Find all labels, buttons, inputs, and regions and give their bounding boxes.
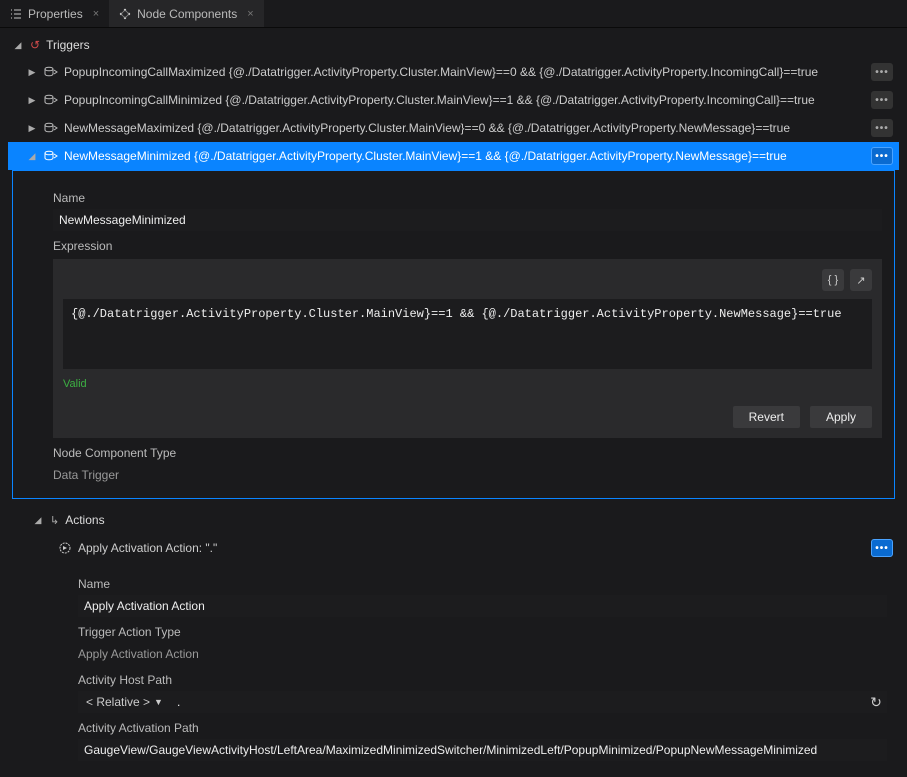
- trigger-row[interactable]: ▶ PopupIncomingCallMaximized {@./Datatri…: [8, 58, 899, 86]
- section-title: Triggers: [46, 38, 90, 52]
- popout-button[interactable]: ↗: [850, 269, 872, 291]
- trigger-row[interactable]: ▶ NewMessageMaximized {@./Datatrigger.Ac…: [8, 114, 899, 142]
- more-menu-button[interactable]: •••: [871, 147, 893, 165]
- apply-button[interactable]: Apply: [810, 406, 872, 428]
- node-type-label: Node Component Type: [53, 446, 882, 460]
- node-type-value: Data Trigger: [53, 464, 882, 486]
- action-row[interactable]: Apply Activation Action: "." •••: [8, 533, 899, 563]
- chevron-right-icon[interactable]: ▶: [26, 95, 38, 106]
- database-icon: [44, 66, 58, 78]
- more-menu-button[interactable]: •••: [871, 539, 893, 557]
- name-input[interactable]: [53, 209, 882, 231]
- action-title: Apply Activation Action: ".": [78, 541, 865, 555]
- triggers-panel: ◢ ↺ Triggers ▶ PopupIncomingCallMaximize…: [0, 28, 907, 777]
- tab-bar: Properties × Node Components ×: [0, 0, 907, 28]
- actions-title: Actions: [65, 513, 104, 527]
- close-icon[interactable]: ×: [93, 8, 99, 20]
- tab-properties[interactable]: Properties ×: [0, 0, 109, 27]
- host-path-row: < Relative > ▼ . ↻: [78, 691, 887, 713]
- valid-status: Valid: [63, 378, 872, 390]
- trigger-label: NewMessageMinimized {@./Datatrigger.Acti…: [64, 149, 865, 163]
- trigger-type-label: Trigger Action Type: [78, 625, 887, 639]
- chevron-right-icon[interactable]: ▶: [26, 67, 38, 78]
- trigger-row-selected[interactable]: ◢ NewMessageMinimized {@./Datatrigger.Ac…: [8, 142, 899, 170]
- button-row: Revert Apply: [63, 406, 872, 428]
- expression-toolbar: { } ↗: [63, 269, 872, 291]
- list-icon: [10, 8, 22, 20]
- database-icon: [44, 150, 58, 162]
- name-label: Name: [78, 577, 887, 591]
- chevron-right-icon[interactable]: ▶: [26, 123, 38, 134]
- components-icon: [119, 8, 131, 20]
- action-name-input[interactable]: [78, 595, 887, 617]
- reset-button[interactable]: ↻: [865, 691, 887, 713]
- trigger-detail-panel: Name Expression { } ↗ Valid Revert Apply…: [12, 170, 895, 499]
- triggers-icon: ↺: [30, 38, 40, 52]
- host-path-value[interactable]: .: [171, 691, 865, 713]
- chevron-down-icon[interactable]: ◢: [26, 151, 38, 162]
- tab-node-components[interactable]: Node Components ×: [109, 0, 264, 27]
- expression-box: { } ↗ Valid Revert Apply: [53, 259, 882, 438]
- more-menu-button[interactable]: •••: [871, 119, 893, 137]
- path-mode-dropdown[interactable]: < Relative > ▼: [78, 691, 171, 713]
- activation-path-input[interactable]: [78, 739, 887, 761]
- trigger-type-value: Apply Activation Action: [78, 643, 887, 665]
- close-icon[interactable]: ×: [247, 8, 253, 20]
- triggers-header[interactable]: ◢ ↺ Triggers: [8, 32, 899, 58]
- name-label: Name: [53, 191, 882, 205]
- more-menu-button[interactable]: •••: [871, 63, 893, 81]
- expression-textarea[interactable]: [63, 299, 872, 369]
- revert-button[interactable]: Revert: [733, 406, 800, 428]
- database-icon: [44, 94, 58, 106]
- action-body: Name Trigger Action Type Apply Activatio…: [8, 563, 899, 773]
- trigger-label: PopupIncomingCallMaximized {@./Datatrigg…: [64, 65, 865, 79]
- trigger-label: NewMessageMaximized {@./Datatrigger.Acti…: [64, 121, 865, 135]
- database-icon: [44, 122, 58, 134]
- chevron-down-icon[interactable]: ◢: [12, 40, 24, 51]
- chevron-down-icon[interactable]: ◢: [32, 515, 44, 526]
- host-path-label: Activity Host Path: [78, 673, 887, 687]
- actions-header[interactable]: ◢ ↳ Actions: [8, 507, 899, 533]
- trigger-row[interactable]: ▶ PopupIncomingCallMinimized {@./Datatri…: [8, 86, 899, 114]
- action-apply-icon: [58, 541, 72, 555]
- braces-button[interactable]: { }: [822, 269, 844, 291]
- more-menu-button[interactable]: •••: [871, 91, 893, 109]
- activation-path-label: Activity Activation Path: [78, 721, 887, 735]
- path-mode-label: < Relative >: [86, 695, 150, 709]
- tab-label: Properties: [28, 7, 83, 21]
- expression-label: Expression: [53, 239, 882, 253]
- trigger-label: PopupIncomingCallMinimized {@./Datatrigg…: [64, 93, 865, 107]
- chevron-down-icon: ▼: [154, 697, 163, 707]
- tab-label: Node Components: [137, 7, 237, 21]
- action-arrow-icon: ↳: [50, 514, 59, 527]
